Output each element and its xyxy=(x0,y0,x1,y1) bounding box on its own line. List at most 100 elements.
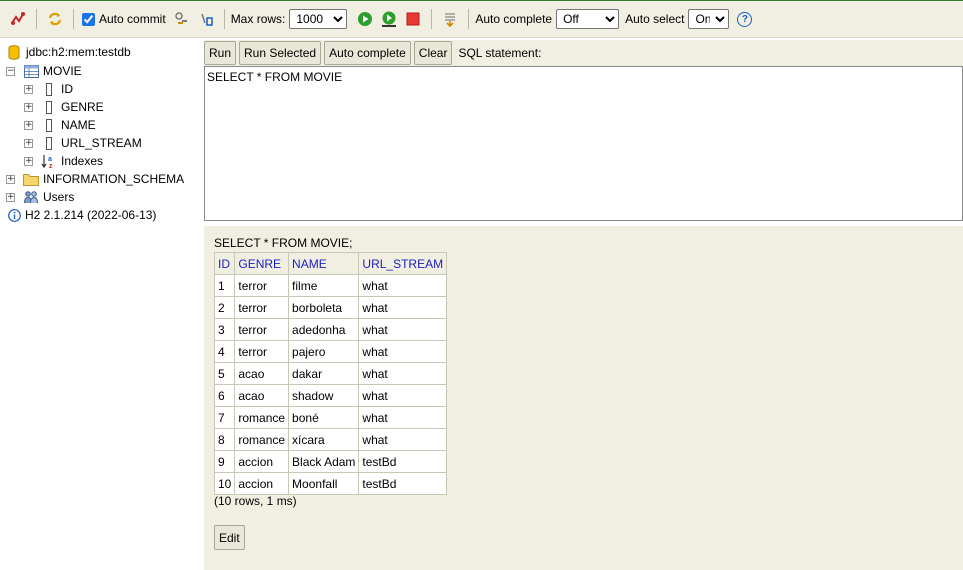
column-header[interactable]: URL_STREAM xyxy=(358,252,448,275)
auto-select-select[interactable]: On xyxy=(688,9,730,29)
tree-column[interactable]: + NAME xyxy=(24,116,96,134)
table-row: 10 accion Moonfall testBd xyxy=(213,472,448,495)
auto-complete-select[interactable]: Off xyxy=(556,9,620,29)
tree-schema[interactable]: + INFORMATION_SCHEMA xyxy=(6,170,184,188)
result-table: ID GENRE NAME URL_STREAM 1 terror filme wha… xyxy=(213,252,448,495)
cell: what xyxy=(358,318,448,341)
cell: terror xyxy=(234,340,290,363)
cell: 9 xyxy=(213,450,236,473)
schema-label: INFORMATION_SCHEMA xyxy=(43,172,185,186)
column-header[interactable]: GENRE xyxy=(234,252,290,275)
run-selected-button[interactable]: Run Selected xyxy=(239,41,322,65)
column-icon xyxy=(41,135,57,151)
tree-column[interactable]: + GENRE xyxy=(24,98,104,116)
cell: accion xyxy=(234,472,290,495)
column-header[interactable]: ID xyxy=(213,252,236,275)
tree-users[interactable]: + Users xyxy=(6,188,74,206)
column-icon xyxy=(41,99,57,115)
version-label: H2 2.1.214 (2022-06-13) xyxy=(25,208,157,222)
cell: 1 xyxy=(213,274,236,297)
help-icon[interactable]: ? xyxy=(737,11,753,27)
users-label: Users xyxy=(43,190,75,204)
auto-commit-label: Auto commit xyxy=(99,12,166,26)
cell: testBd xyxy=(358,450,448,473)
sql-editor[interactable]: SELECT * FROM MOVIE xyxy=(204,66,963,221)
cell: terror xyxy=(234,296,290,319)
cell: acao xyxy=(234,384,290,407)
indexes-label: Indexes xyxy=(61,154,104,168)
cell: romance xyxy=(234,406,290,429)
schema-tree: jdbc:h2:mem:testdb − MOVIE + ID + GENRE … xyxy=(0,40,204,570)
expand-icon[interactable]: + xyxy=(6,174,15,184)
cell: what xyxy=(358,428,448,451)
max-rows-label: Max rows: xyxy=(230,12,286,26)
expand-icon[interactable]: + xyxy=(24,102,33,112)
cell: 4 xyxy=(213,340,236,363)
edit-button[interactable]: Edit xyxy=(214,525,245,550)
cell: dakar xyxy=(288,362,360,385)
expand-icon[interactable]: + xyxy=(6,192,15,202)
cell: what xyxy=(358,362,448,385)
run-icon[interactable] xyxy=(355,9,375,29)
cell: boné xyxy=(288,406,360,429)
column-icon xyxy=(41,81,57,97)
column-label: ID xyxy=(61,82,73,96)
cell: 8 xyxy=(213,428,236,451)
auto-complete-button[interactable]: Auto complete xyxy=(324,41,411,65)
disconnect-icon[interactable] xyxy=(8,9,28,29)
rollback-icon[interactable] xyxy=(172,9,192,29)
run-button[interactable]: Run xyxy=(204,41,237,65)
connection-label: jdbc:h2:mem:testdb xyxy=(26,45,131,59)
folder-icon xyxy=(23,171,39,187)
tree-column[interactable]: + ID xyxy=(24,80,73,98)
max-rows-select[interactable]: 1000 xyxy=(289,9,348,29)
cell: Moonfall xyxy=(288,472,360,495)
auto-commit-checkbox[interactable] xyxy=(82,12,95,26)
executed-statement: SELECT * FROM MOVIE; xyxy=(214,236,353,250)
expand-icon[interactable]: + xyxy=(24,156,33,166)
users-icon xyxy=(23,189,39,205)
auto-commit-toggle[interactable]: Auto commit xyxy=(80,12,170,26)
toolbar-separator xyxy=(468,9,470,29)
tree-indexes[interactable]: + az Indexes xyxy=(24,152,103,170)
cell: shadow xyxy=(288,384,360,407)
table-row: 9 accion Black Adam testBd xyxy=(213,450,448,473)
cell: terror xyxy=(234,318,290,341)
tree-column[interactable]: + URL_STREAM xyxy=(24,134,142,152)
tree-table-movie[interactable]: − MOVIE xyxy=(6,62,82,80)
cell: 6 xyxy=(213,384,236,407)
tree-version: H2 2.1.214 (2022-06-13) xyxy=(6,206,156,224)
cell: borboleta xyxy=(288,296,360,319)
commit-icon[interactable] xyxy=(196,9,216,29)
table-row: 8 romance xícara what xyxy=(213,428,448,451)
tree-connection[interactable]: jdbc:h2:mem:testdb xyxy=(6,43,131,61)
expand-icon[interactable]: + xyxy=(24,120,33,130)
cell: filme xyxy=(288,274,360,297)
cell: accion xyxy=(234,450,290,473)
run-selected-icon[interactable] xyxy=(379,9,399,29)
table-label: MOVIE xyxy=(43,64,82,78)
table-row: 5 acao dakar what xyxy=(213,362,448,385)
row-count-info: (10 rows, 1 ms) xyxy=(214,494,297,508)
cell: adedonha xyxy=(288,318,360,341)
cell: xícara xyxy=(288,428,360,451)
refresh-icon[interactable] xyxy=(45,9,65,29)
column-header[interactable]: NAME xyxy=(288,252,360,275)
cell: 3 xyxy=(213,318,236,341)
expand-icon[interactable]: + xyxy=(24,84,33,94)
collapse-icon[interactable]: − xyxy=(6,66,15,76)
table-row: 4 terror pajero what xyxy=(213,340,448,363)
history-icon[interactable] xyxy=(440,9,460,29)
result-header-row: ID GENRE NAME URL_STREAM xyxy=(213,252,448,275)
expand-icon[interactable]: + xyxy=(24,138,33,148)
table-icon xyxy=(23,63,39,79)
clear-button[interactable]: Clear xyxy=(413,41,453,65)
cell: 10 xyxy=(213,472,236,495)
cell: terror xyxy=(234,274,290,297)
cell: 7 xyxy=(213,406,236,429)
cell: 2 xyxy=(213,296,236,319)
svg-text:z: z xyxy=(49,163,53,169)
column-label: URL_STREAM xyxy=(61,136,142,150)
stop-icon[interactable] xyxy=(403,9,423,29)
svg-text:a: a xyxy=(48,156,52,163)
